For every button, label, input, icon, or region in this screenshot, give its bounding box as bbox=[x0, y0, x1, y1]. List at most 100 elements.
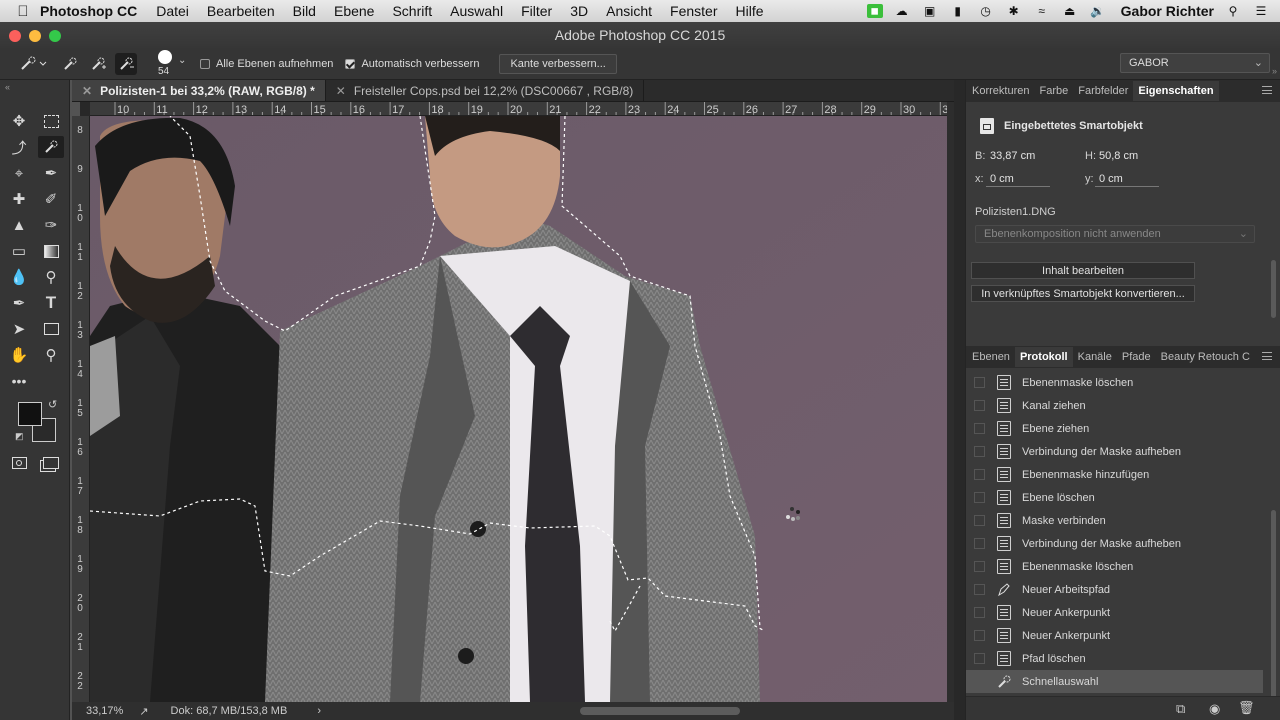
close-tab-icon[interactable]: ✕ bbox=[336, 84, 346, 98]
width-value[interactable]: 33,87 cm bbox=[990, 150, 1035, 162]
history-item[interactable]: Pfad löschen bbox=[966, 647, 1263, 670]
menu-schrift[interactable]: Schrift bbox=[392, 3, 432, 19]
menu-filter[interactable]: Filter bbox=[521, 3, 552, 19]
history-snapshot-source-box[interactable] bbox=[974, 607, 985, 618]
path-selection-tool-icon[interactable]: ➤ bbox=[6, 318, 32, 340]
brush-tool-icon[interactable]: ✐ bbox=[38, 188, 64, 210]
status-menu-arrow-icon[interactable]: › bbox=[317, 705, 321, 717]
bluetooth-icon[interactable]: ✱ bbox=[1005, 4, 1023, 18]
clone-stamp-tool-icon[interactable]: ▲ bbox=[6, 214, 32, 236]
history-item[interactable]: Ebenenmaske löschen bbox=[966, 371, 1263, 394]
more-tools-icon[interactable]: ••• bbox=[6, 370, 32, 392]
maximize-window-icon[interactable] bbox=[49, 30, 61, 42]
history-item[interactable]: Schnellauswahl bbox=[966, 670, 1263, 693]
history-snapshot-source-box[interactable] bbox=[974, 423, 985, 434]
menu-app-name[interactable]: Photoshop CC bbox=[40, 3, 137, 19]
healing-brush-tool-icon[interactable]: ✚ bbox=[6, 188, 32, 210]
history-item[interactable]: Ebenenmaske löschen bbox=[966, 555, 1263, 578]
blur-tool-icon[interactable]: 💧 bbox=[6, 266, 32, 288]
subtract-from-selection-button[interactable] bbox=[115, 52, 137, 75]
hand-tool-icon[interactable]: ✋ bbox=[6, 344, 32, 366]
history-scrollbar[interactable] bbox=[1271, 510, 1276, 700]
document-canvas[interactable] bbox=[90, 116, 947, 702]
wifi-icon[interactable]: ≈ bbox=[1033, 4, 1051, 18]
eyedropper-tool-icon[interactable]: ✒ bbox=[38, 162, 64, 184]
spotlight-search-icon[interactable]: ⚲ bbox=[1224, 4, 1242, 18]
edit-contents-button[interactable]: Inhalt bearbeiten bbox=[971, 262, 1195, 279]
history-item[interactable]: Verbindung der Maske aufheben bbox=[966, 532, 1263, 555]
dodge-tool-icon[interactable]: ⚲ bbox=[38, 266, 64, 288]
eraser-tool-icon[interactable]: ▭ bbox=[6, 240, 32, 262]
new-document-from-state-icon[interactable]: ⧉ bbox=[1176, 701, 1185, 717]
tab-farbfelder[interactable]: Farbfelder bbox=[1078, 85, 1128, 97]
brush-picker[interactable]: 54 ⌄ bbox=[152, 49, 192, 79]
history-snapshot-source-box[interactable] bbox=[974, 515, 985, 526]
properties-scrollbar[interactable] bbox=[1271, 260, 1276, 318]
collapse-toolbar-icon[interactable]: « bbox=[5, 82, 10, 92]
lasso-tool-icon[interactable]: ⤴ bbox=[6, 136, 32, 158]
workspace-select[interactable]: GABOR ⌄ bbox=[1120, 53, 1270, 73]
history-snapshot-source-box[interactable] bbox=[974, 584, 985, 595]
zoom-level[interactable]: 33,17% bbox=[86, 705, 123, 717]
auto-enhance-checkbox[interactable] bbox=[345, 58, 356, 69]
new-selection-button[interactable] bbox=[59, 53, 81, 75]
close-window-icon[interactable] bbox=[9, 30, 21, 42]
gradient-tool-icon[interactable] bbox=[38, 240, 64, 262]
history-snapshot-source-box[interactable] bbox=[974, 446, 985, 457]
document-tab[interactable]: ✕ Freisteller Cops.psd bei 12,2% (DSC006… bbox=[326, 80, 645, 101]
history-item[interactable]: Ebene löschen bbox=[966, 486, 1263, 509]
menu-auswahl[interactable]: Auswahl bbox=[450, 3, 503, 19]
tab-eigenschaften[interactable]: Eigenschaften bbox=[1133, 81, 1219, 101]
crop-tool-icon[interactable]: ⌖ bbox=[6, 162, 32, 184]
foreground-color-swatch[interactable] bbox=[18, 402, 42, 426]
history-snapshot-source-box[interactable] bbox=[974, 538, 985, 549]
x-field[interactable]: 0 cm bbox=[990, 173, 1014, 185]
panel-menu-icon[interactable] bbox=[1262, 352, 1272, 360]
history-snapshot-source-box[interactable] bbox=[974, 492, 985, 503]
volume-icon[interactable]: 🔉 bbox=[1089, 4, 1107, 18]
document-tab-active[interactable]: ✕ Polizisten-1 bei 33,2% (RAW, RGB/8) * bbox=[72, 80, 326, 101]
history-snapshot-source-box[interactable] bbox=[974, 653, 985, 664]
type-tool-icon[interactable]: T bbox=[38, 292, 64, 314]
eject-icon[interactable]: ⏏ bbox=[1061, 4, 1079, 18]
time-machine-icon[interactable]: ◷ bbox=[977, 4, 995, 18]
sample-all-layers-checkbox[interactable] bbox=[200, 58, 210, 69]
history-item[interactable]: Verbindung der Maske aufheben bbox=[966, 440, 1263, 463]
collapse-panels-icon[interactable]: » bbox=[1272, 66, 1277, 76]
add-to-selection-button[interactable] bbox=[87, 53, 109, 75]
history-item[interactable]: Neuer Ankerpunkt bbox=[966, 624, 1263, 647]
screen-mode-icon[interactable] bbox=[38, 452, 64, 474]
menu-ebene[interactable]: Ebene bbox=[334, 3, 374, 19]
refine-edge-button[interactable]: Kante verbessern... bbox=[499, 53, 617, 74]
tab-pfade[interactable]: Pfade bbox=[1122, 351, 1151, 363]
camera-snapshot-icon[interactable]: ◉ bbox=[1209, 701, 1220, 717]
notification-center-icon[interactable]: ☰ bbox=[1252, 4, 1270, 18]
photoshop-badge-icon[interactable]: ◼ bbox=[866, 4, 883, 18]
history-snapshot-source-box[interactable] bbox=[974, 676, 985, 687]
history-snapshot-source-box[interactable] bbox=[974, 469, 985, 480]
swap-colors-icon[interactable]: ↺ bbox=[48, 398, 57, 411]
history-snapshot-source-box[interactable] bbox=[974, 561, 985, 572]
history-item[interactable]: Ebene ziehen bbox=[966, 417, 1263, 440]
notification-icon[interactable]: ▣ bbox=[921, 4, 939, 18]
trash-icon[interactable]: 🗑 bbox=[1238, 700, 1255, 716]
history-item[interactable]: Neuer Ankerpunkt bbox=[966, 601, 1263, 624]
y-field[interactable]: 0 cm bbox=[1099, 173, 1123, 185]
convert-to-linked-button[interactable]: In verknüpftes Smartobjekt konvertieren.… bbox=[971, 285, 1195, 302]
tab-farbe[interactable]: Farbe bbox=[1039, 85, 1068, 97]
pen-tool-icon[interactable]: ✒ bbox=[6, 292, 32, 314]
history-snapshot-source-box[interactable] bbox=[974, 630, 985, 641]
move-tool-icon[interactable]: ✥ bbox=[6, 110, 32, 132]
marquee-tool-icon[interactable] bbox=[38, 110, 64, 132]
tab-beauty-retouch[interactable]: Beauty Retouch C bbox=[1161, 351, 1250, 363]
apple-icon[interactable]:  bbox=[10, 3, 36, 20]
menu-bearbeiten[interactable]: Bearbeiten bbox=[207, 3, 275, 19]
tool-preset-picker[interactable] bbox=[10, 52, 56, 76]
panel-menu-icon[interactable] bbox=[1262, 86, 1272, 94]
auto-enhance-toggle[interactable]: Automatisch verbessern bbox=[345, 58, 479, 70]
menu-datei[interactable]: Datei bbox=[156, 3, 189, 19]
zoom-tool-icon[interactable]: ⚲ bbox=[38, 344, 64, 366]
menu-bild[interactable]: Bild bbox=[293, 3, 316, 19]
minimize-window-icon[interactable] bbox=[29, 30, 41, 42]
height-value[interactable]: 50,8 cm bbox=[1099, 150, 1138, 162]
